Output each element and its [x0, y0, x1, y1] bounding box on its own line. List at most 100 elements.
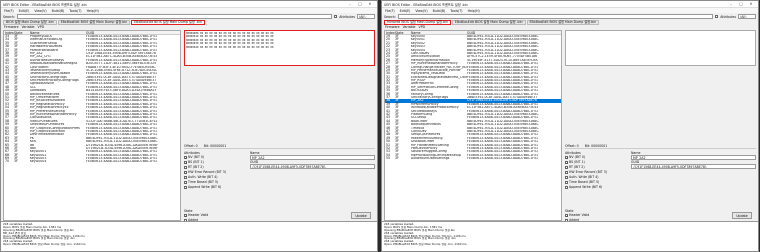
offset-label: Offset: 0	[184, 144, 198, 148]
table-cell	[403, 157, 411, 160]
table-cell: 3F	[395, 156, 399, 161]
attributes-checkbox[interactable]	[715, 15, 719, 18]
search-input[interactable]	[17, 14, 333, 19]
attribute-checkbox[interactable]	[565, 170, 568, 174]
menu-item[interactable]: View(V)	[415, 9, 427, 13]
menu-item[interactable]: Help(H)	[468, 9, 480, 13]
guid-field[interactable]: {C91F1568-EE44-4908-A9F5-0DF7897ABE78}	[250, 164, 375, 169]
attribute-checkbox[interactable]	[184, 175, 187, 179]
menu-item[interactable]: Help(H)	[87, 9, 99, 13]
attribute-checkbox[interactable]	[565, 180, 568, 184]
attribute-checkbox[interactable]	[184, 165, 187, 169]
minimize-icon[interactable]: –	[726, 2, 736, 6]
attribute-label: RT (BIT 2)	[188, 165, 204, 169]
minimize-icon[interactable]: –	[345, 2, 355, 6]
attribute-list: NV (BIT 0) BS (BIT 1) RT (BIT 2) HW Erro…	[565, 155, 617, 190]
variable-table[interactable]: Index State Name GUID 33 3F PropertyDATA FE…	[3, 30, 181, 221]
window-title: UEFI BIOS Editor - EBxBiosEdit BIOS 프롬프트…	[384, 2, 468, 7]
attribute-checkbox[interactable]	[184, 160, 187, 164]
attribute-label: RT (BIT 2)	[569, 165, 585, 169]
attributes-select[interactable]: (All)	[738, 14, 756, 19]
column-header[interactable]: Name	[411, 31, 467, 34]
table-cell: KeyD0004	[30, 160, 47, 164]
menu-item[interactable]: Tools(T)	[69, 9, 81, 13]
attribute-checkbox[interactable]	[565, 175, 568, 179]
attribute-checkbox[interactable]	[565, 160, 568, 164]
attribute-label: NV (BIT 0)	[188, 155, 205, 159]
hex-view[interactable]	[565, 30, 756, 66]
state-checkbox[interactable]	[184, 213, 187, 217]
state-checkbox[interactable]	[565, 213, 568, 217]
search-row: Search: Attributes (All)	[1, 13, 377, 20]
file-tab[interactable]: EBxBiosEdit BIOS 설정 Main Dump 설정.bin	[526, 20, 600, 25]
column-header	[22, 31, 30, 34]
table-cell: 3F	[14, 159, 18, 164]
file-tab[interactable]: EBxBiosEdit BIOS 설정 Main Dump 설정 .bin	[451, 20, 526, 25]
attribute-label: Append Write (BIT 6)	[569, 185, 603, 189]
maximize-icon[interactable]: □	[736, 2, 746, 6]
menu-item[interactable]: Edit(E)	[19, 9, 30, 13]
attributes-label: Attributes	[720, 14, 736, 19]
menu-item[interactable]: File(F)	[385, 9, 395, 13]
update-button[interactable]: Update	[732, 212, 752, 219]
attribute-checkbox[interactable]	[184, 185, 187, 189]
maximize-icon[interactable]: □	[355, 2, 365, 6]
column-header[interactable]: GUID	[86, 31, 180, 34]
search-label: Search:	[384, 14, 397, 19]
log-line: Open: EBxBiosEdit BIOS 설정 Main Dump 설정 .…	[384, 243, 467, 247]
window-title: UEFI BIOS Editor - EBxBiosEdit BIOS 프롬프트…	[3, 2, 87, 7]
attributes-select[interactable]: (All)	[357, 14, 375, 19]
hex-view[interactable]: 00000000 00 00 00 00 00 00 00 00 00 00 0…	[184, 30, 375, 66]
attributes-checkbox[interactable]	[334, 15, 338, 18]
guid-field[interactable]: {C91F1568-EE44-4908-A9F5-0DF7897ABE78}	[631, 164, 756, 169]
name-guid-group: Name MP_2A2 GUID {C91F1568-EE44-4908-A9F…	[631, 151, 756, 169]
properties-panel: Offset: 0 Bit: 00000001 Attributes NV (B…	[184, 144, 375, 232]
menu-item[interactable]: View(V)	[34, 9, 46, 13]
menu-item[interactable]: Build(B)	[433, 9, 446, 13]
view-tab[interactable]: Firmware	[385, 25, 400, 29]
table-cell: 70	[5, 159, 10, 164]
menu-item[interactable]: File(F)	[4, 9, 14, 13]
column-header[interactable]: Name	[30, 31, 86, 34]
table-row[interactable]: 55 3F AutoMountUsedSettings FE0B0613-4AB8-4…	[385, 156, 561, 161]
file-tab[interactable]: EBxBiosEdit BIOS 설정 Main Dump 설정.bin	[57, 20, 131, 25]
attribute-label: BS (BIT 1)	[188, 160, 204, 164]
attribute-option[interactable]: Append Write (BIT 6)	[184, 185, 236, 190]
column-header[interactable]: GUID	[467, 31, 561, 34]
search-input[interactable]	[398, 14, 714, 19]
properties-panel: Offset: 0 Bit: 00000001 Attributes NV (B…	[565, 144, 756, 232]
view-tab[interactable]: Variable	[22, 25, 35, 29]
attribute-checkbox[interactable]	[565, 185, 568, 189]
table-cell: 55	[386, 156, 391, 161]
log-output: 218 variables loaded. Open: BIOS 설정 Main …	[382, 221, 758, 251]
table-body: 19 3F Key0000 8BE4DF61-93CA-11D2-AA0D-00E09…	[385, 34, 561, 161]
title-bar: UEFI BIOS Editor - EBxBiosEdit BIOS 프롬프트…	[382, 1, 758, 8]
left-editor-window: UEFI BIOS Editor - EBxBiosEdit BIOS 프롬프트…	[0, 0, 378, 252]
menu-item[interactable]: Tools(T)	[450, 9, 462, 13]
close-icon[interactable]: ✕	[746, 2, 756, 6]
attribute-checkbox[interactable]	[565, 155, 568, 159]
view-tab[interactable]: VPD	[419, 25, 426, 29]
table-row[interactable]: 70 3F KeyD0004 FE0B0613-4AB8-4413-8A8D-8A8D…	[4, 159, 180, 164]
attribute-checkbox[interactable]	[565, 165, 568, 169]
attribute-checkbox[interactable]	[184, 170, 187, 174]
menu-item[interactable]: Edit(E)	[400, 9, 411, 13]
hex-line: 00000040 00 00 00 00 00 00 00 00 00 00 0…	[186, 45, 274, 49]
view-tab[interactable]: Variable	[403, 25, 416, 29]
attribute-checkbox[interactable]	[184, 180, 187, 184]
file-tab[interactable]: EBxBiosEdit BIOS 설정 Main Dump 설정 .bin	[131, 20, 205, 25]
attribute-option[interactable]: Append Write (BIT 6)	[565, 185, 617, 190]
view-tab[interactable]: VPD	[38, 25, 45, 29]
table-cell: AutoMountUsedSettings	[411, 157, 450, 161]
update-button[interactable]: Update	[351, 212, 371, 219]
table-body: 33 3F PropertyDATA FE0B0613-4AB8-4413-8A8D-…	[4, 34, 180, 164]
right-editor-window: UEFI BIOS Editor - EBxBiosEdit BIOS 프롬프트…	[381, 0, 759, 252]
close-icon[interactable]: ✕	[365, 2, 375, 6]
menu-item[interactable]: Build(B)	[52, 9, 65, 13]
view-tabs: Firmware Variable VPD	[382, 25, 758, 29]
variable-table[interactable]: Index State Name GUID 19 3F Key0000 8BE4DF6…	[384, 30, 562, 221]
name-guid-group: Name MP_2A2 GUID {C91F1568-EE44-4908-A9F…	[250, 151, 375, 169]
offset-value: Bit: 00000001	[584, 144, 608, 148]
attribute-checkbox[interactable]	[184, 155, 187, 159]
view-tab[interactable]: Firmware	[4, 25, 19, 29]
